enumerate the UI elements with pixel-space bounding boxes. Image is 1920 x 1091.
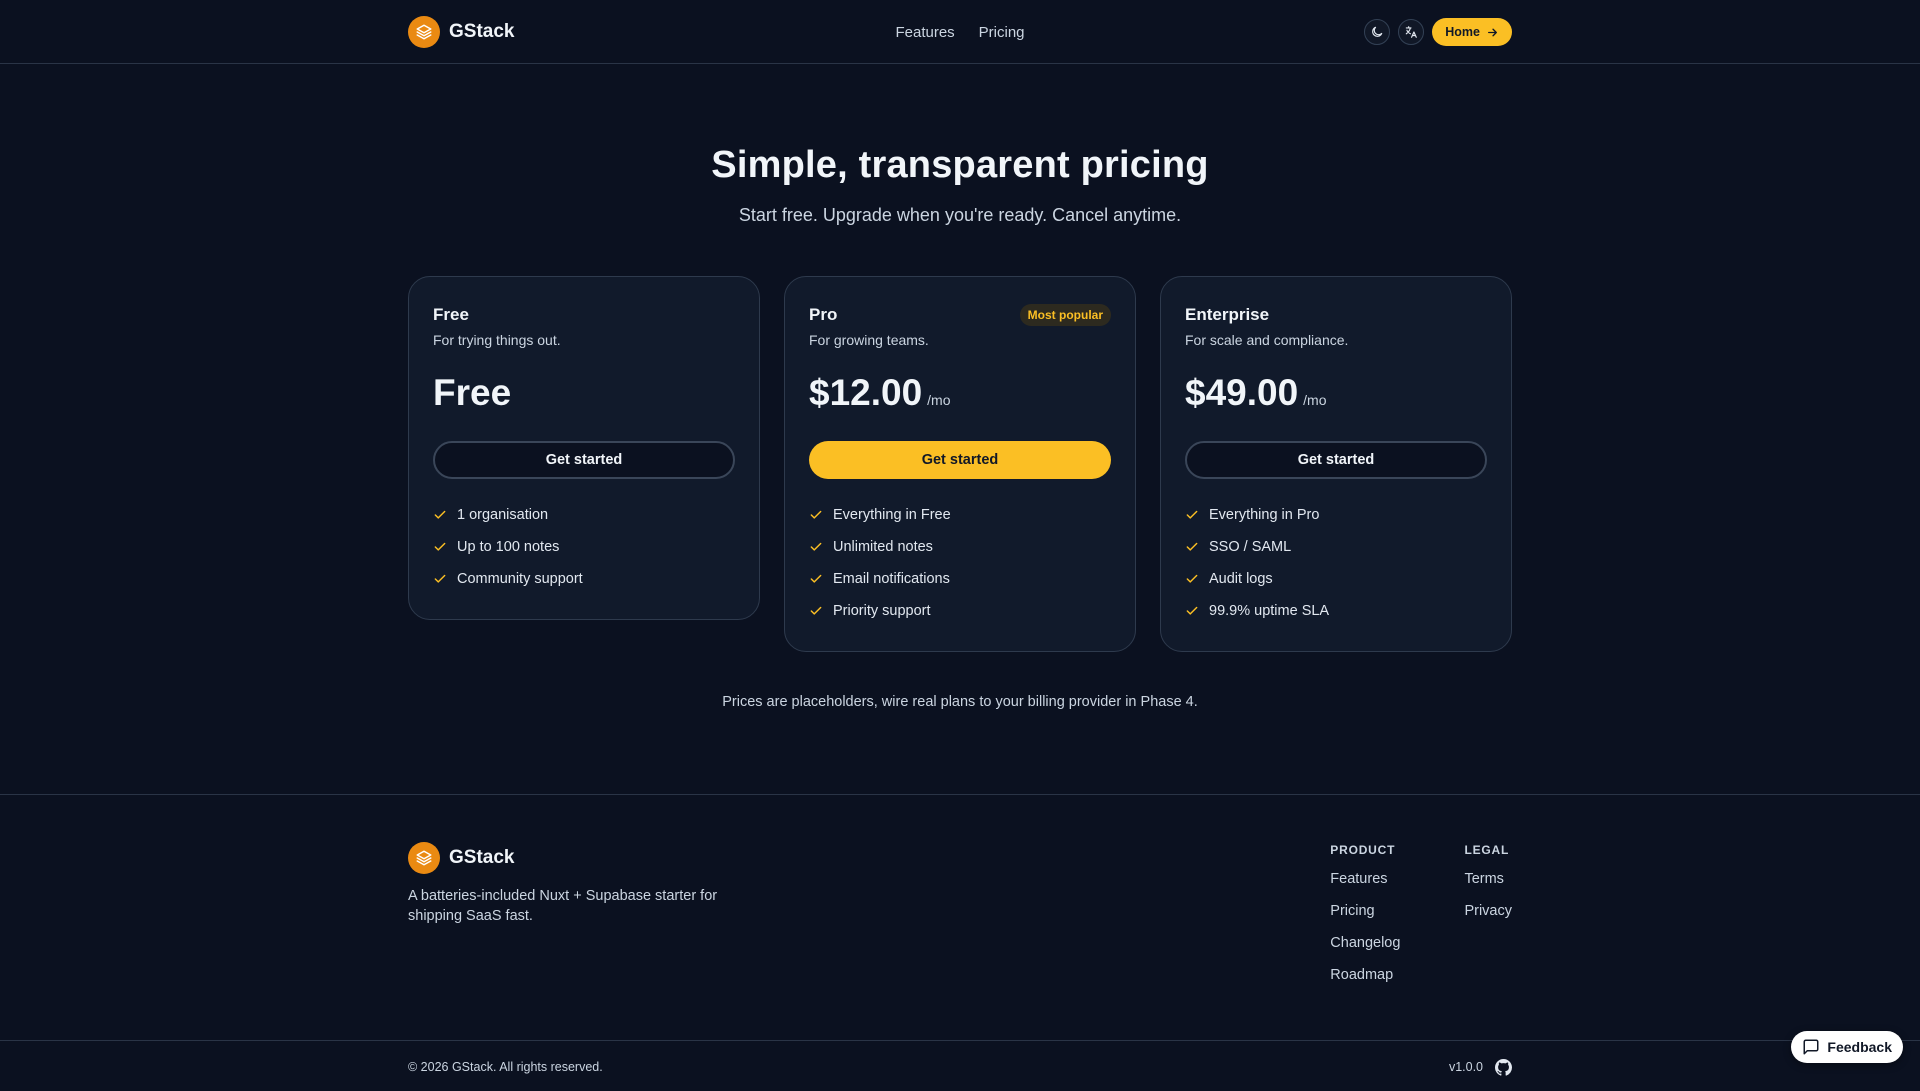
check-icon	[434, 542, 446, 551]
theme-toggle-button[interactable]	[1364, 19, 1391, 45]
get-started-button-free[interactable]: Get started	[433, 441, 735, 479]
github-icon[interactable]	[1495, 1058, 1512, 1076]
footer-link-pricing[interactable]: Pricing	[1330, 903, 1400, 921]
copyright: © 2026 GStack. All rights reserved.	[408, 1060, 603, 1074]
plan-price: $49.00	[1185, 372, 1299, 413]
feedback-label: Feedback	[1827, 1039, 1892, 1055]
plan-price: Free	[433, 372, 512, 413]
page-title: Simple, transparent pricing	[711, 144, 1209, 186]
check-icon	[810, 510, 822, 519]
feature-item: Up to 100 notes	[433, 531, 735, 563]
language-button[interactable]	[1398, 19, 1425, 45]
feature-item: 99.9% uptime SLA	[1185, 595, 1487, 627]
check-icon	[1186, 510, 1198, 519]
pricing-plans: Free For trying things out. Free Get sta…	[408, 276, 1512, 652]
footer-brand-name: GStack	[449, 847, 515, 868]
plan-description: For growing teams.	[809, 332, 929, 348]
feature-item: Everything in Free	[809, 499, 1111, 531]
plan-price: $12.00	[809, 372, 923, 413]
plan-description: For scale and compliance.	[1185, 332, 1349, 348]
plan-name: Enterprise	[1185, 305, 1270, 324]
feature-item: Unlimited notes	[809, 531, 1111, 563]
check-icon	[434, 510, 446, 519]
footer-link-privacy[interactable]: Privacy	[1464, 903, 1512, 921]
site-footer: GStack A batteries-included Nuxt + Supab…	[0, 794, 1920, 1091]
footer-column-product: PRODUCT Features Pricing Changelog Roadm…	[1330, 842, 1400, 1040]
check-icon	[1186, 574, 1198, 583]
check-icon	[1186, 542, 1198, 551]
check-icon	[810, 542, 822, 551]
feature-item: Email notifications	[809, 563, 1111, 595]
pricing-main: Simple, transparent pricing Start free. …	[408, 64, 1512, 710]
most-popular-badge: Most popular	[1019, 304, 1111, 326]
arrow-right-icon	[1488, 28, 1497, 36]
get-started-button-pro[interactable]: Get started	[809, 441, 1111, 479]
check-icon	[810, 574, 822, 583]
hero: Simple, transparent pricing Start free. …	[408, 64, 1512, 226]
main-nav: Features Pricing	[895, 24, 1024, 41]
footer-link-roadmap[interactable]: Roadmap	[1330, 967, 1400, 985]
feature-item: Priority support	[809, 595, 1111, 627]
layers-logo-icon	[408, 16, 440, 48]
feature-item: SSO / SAML	[1185, 531, 1487, 563]
get-started-button-enterprise[interactable]: Get started	[1185, 441, 1487, 479]
plan-name: Free	[433, 305, 469, 324]
plan-period: /mo	[927, 392, 951, 408]
moon-icon	[1372, 26, 1383, 37]
layers-logo-icon	[408, 842, 440, 874]
nav-features[interactable]: Features	[895, 24, 954, 41]
plan-card-free: Free For trying things out. Free Get sta…	[408, 276, 760, 620]
plan-description: For trying things out.	[433, 332, 561, 348]
footer-link-terms[interactable]: Terms	[1464, 871, 1512, 889]
page-subtitle: Start free. Upgrade when you're ready. C…	[738, 205, 1182, 225]
footer-link-features[interactable]: Features	[1330, 871, 1400, 889]
brand-name: GStack	[449, 21, 515, 42]
feedback-button[interactable]: Feedback	[1791, 1031, 1903, 1063]
check-icon	[1186, 606, 1198, 615]
plan-name: Pro	[809, 305, 838, 324]
nav-pricing[interactable]: Pricing	[979, 24, 1025, 41]
version-label: v1.0.0	[1448, 1060, 1483, 1074]
plan-card-enterprise: Enterprise For scale and compliance. $49…	[1160, 276, 1512, 652]
feature-item: Everything in Pro	[1185, 499, 1487, 531]
footer-link-changelog[interactable]: Changelog	[1330, 935, 1400, 953]
footer-column-legal: LEGAL Terms Privacy	[1464, 842, 1512, 1040]
footer-brand-link[interactable]: GStack	[408, 842, 718, 874]
plan-card-pro: Pro Most popular For growing teams. $12.…	[784, 276, 1136, 652]
footer-tagline: A batteries-included Nuxt + Supabase sta…	[408, 888, 718, 924]
footer-column-title: PRODUCT	[1330, 843, 1396, 857]
home-button[interactable]: Home	[1432, 18, 1512, 46]
home-button-label: Home	[1445, 25, 1480, 39]
feature-item: Audit logs	[1185, 563, 1487, 595]
site-header: GStack Features Pricing Home	[0, 0, 1920, 64]
feature-item: 1 organisation	[433, 499, 735, 531]
pricing-note: Prices are placeholders, wire real plans…	[722, 694, 1198, 710]
plan-period: /mo	[1303, 392, 1327, 408]
translate-icon	[1406, 26, 1418, 38]
check-icon	[810, 606, 822, 615]
message-square-icon	[1803, 1039, 1819, 1055]
brand-link[interactable]: GStack	[408, 16, 514, 48]
feature-item: Community support	[433, 563, 735, 595]
check-icon	[434, 574, 446, 583]
footer-column-title: LEGAL	[1464, 843, 1510, 857]
